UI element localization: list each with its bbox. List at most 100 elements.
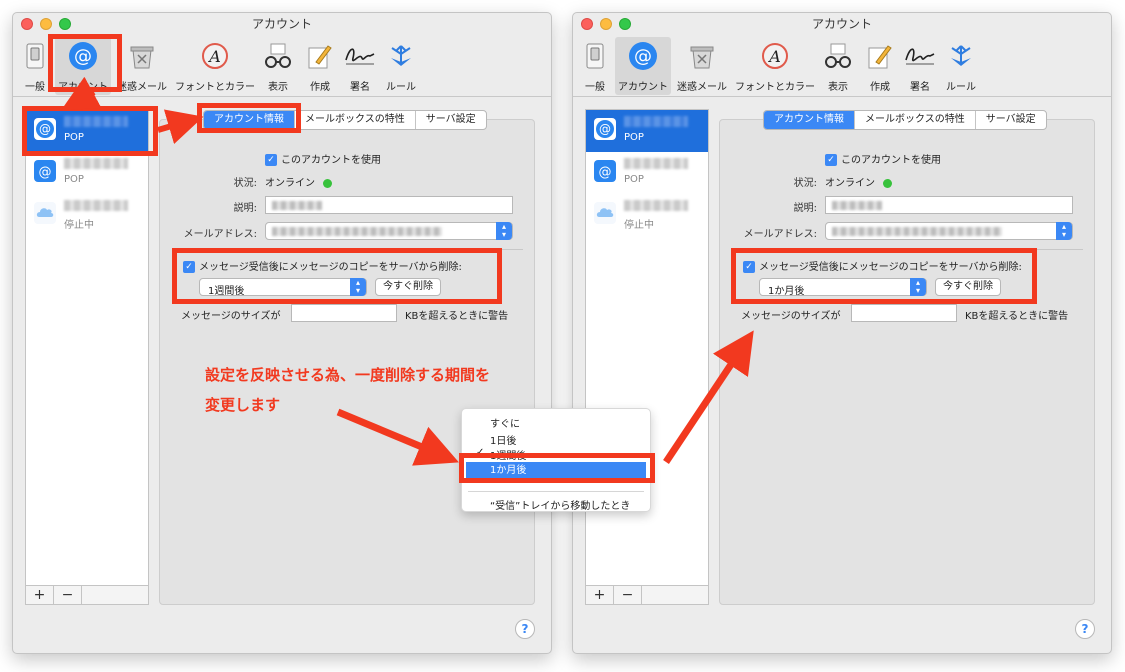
account-name-blurred — [624, 200, 688, 211]
status-online-icon — [323, 178, 332, 188]
account-item[interactable]: 停止中 — [586, 194, 708, 236]
help-button[interactable]: ? — [1075, 619, 1095, 639]
pencil-icon — [304, 40, 336, 72]
enable-account-checkbox[interactable]: ✓ このアカウントを使用 — [265, 151, 381, 166]
help-button[interactable]: ? — [515, 619, 535, 639]
preferences-window-right: アカウント 一般 @ アカウント 迷惑メール A フォントとカラー 表示 作成 … — [572, 12, 1112, 654]
toolbar-label: 一般 — [585, 82, 605, 93]
enable-account-checkbox[interactable]: ✓ このアカウントを使用 — [825, 151, 941, 166]
description-value-blurred — [832, 201, 882, 210]
toolbar-label: 署名 — [910, 82, 930, 93]
message-size-input[interactable] — [851, 304, 957, 322]
toolbar-label: 署名 — [350, 82, 370, 93]
cloud-icon — [594, 202, 616, 224]
switch-icon — [579, 40, 611, 72]
remove-account-button[interactable]: − — [614, 586, 642, 604]
close-button[interactable] — [581, 18, 593, 30]
switch-icon — [19, 40, 51, 72]
status-value: オンライン — [825, 174, 892, 189]
toolbar-signatures[interactable]: 署名 — [901, 37, 939, 95]
at-sign-icon: @ — [627, 40, 659, 72]
description-input[interactable] — [265, 196, 513, 214]
tab-server-settings[interactable]: サーバ設定 — [416, 111, 486, 129]
at-sign-icon: @ — [594, 118, 616, 140]
remove-account-button[interactable]: − — [54, 586, 82, 604]
status-online-icon — [883, 178, 892, 188]
window-controls — [21, 18, 71, 30]
account-list-controls: + − — [25, 585, 149, 605]
toolbar-viewing[interactable]: 表示 — [821, 37, 855, 95]
menu-item-one-day[interactable]: 1日後 — [490, 432, 516, 447]
zoom-button[interactable] — [59, 18, 71, 30]
description-input[interactable] — [825, 196, 1073, 214]
svg-text:@: @ — [599, 122, 611, 136]
toolbar-label: 表示 — [828, 82, 848, 93]
account-item[interactable]: 停止中 — [26, 194, 148, 236]
at-sign-icon: @ — [34, 160, 56, 182]
svg-text:A: A — [207, 47, 221, 66]
email-label: メールアドレス: — [743, 229, 817, 240]
status-label: 状況: — [233, 178, 257, 189]
cloud-icon — [34, 202, 56, 224]
toolbar-fonts-colors[interactable]: A フォントとカラー — [733, 37, 817, 95]
email-label: メールアドレス: — [183, 229, 257, 240]
highlight-box-remove-copy-left — [172, 248, 502, 304]
menu-item-moved-from-inbox[interactable]: “受信”トレイから移動したとき — [490, 497, 630, 512]
toolbar-signatures[interactable]: 署名 — [341, 37, 379, 95]
account-type: POP — [64, 174, 84, 185]
toolbar-rules[interactable]: ルール — [383, 37, 419, 95]
annotation-line: 変更します — [205, 396, 281, 414]
zoom-button[interactable] — [619, 18, 631, 30]
account-type: POP — [624, 132, 644, 143]
window-controls — [581, 18, 631, 30]
tab-mailbox-behaviors[interactable]: メールボックスの特性 — [295, 111, 416, 129]
status-value: オンライン — [265, 174, 332, 189]
highlight-box-accounts-toolbar — [48, 34, 122, 92]
tab-server-settings[interactable]: サーバ設定 — [976, 111, 1046, 129]
toolbar-composing[interactable]: 作成 — [303, 37, 337, 95]
toolbar-label: ルール — [946, 82, 976, 93]
tab-mailbox-behaviors[interactable]: メールボックスの特性 — [855, 111, 976, 129]
close-button[interactable] — [21, 18, 33, 30]
trash-bin-icon — [686, 40, 718, 72]
message-size-label: メッセージのサイズが — [741, 311, 841, 322]
account-item[interactable]: @ POP — [586, 152, 708, 194]
email-popup[interactable]: ▴ ▾ — [265, 222, 513, 240]
toolbar-label: フォントとカラー — [175, 82, 255, 93]
font-color-icon: A — [759, 40, 791, 72]
add-account-button[interactable]: + — [26, 586, 54, 604]
minimize-button[interactable] — [40, 18, 52, 30]
account-item[interactable]: @ POP — [586, 110, 708, 152]
account-list: @ POP @ POP 停止中 — [585, 109, 709, 605]
toolbar-composing[interactable]: 作成 — [863, 37, 897, 95]
email-value-blurred — [832, 227, 1002, 236]
toolbar-accounts[interactable]: @ アカウント — [615, 37, 671, 95]
toolbar-viewing[interactable]: 表示 — [261, 37, 295, 95]
description-label: 説明: — [793, 203, 817, 214]
toolbar-label: 一般 — [25, 82, 45, 93]
email-popup[interactable]: ▴ ▾ — [825, 222, 1073, 240]
account-status: 停止中 — [64, 220, 94, 231]
signature-icon — [904, 40, 936, 72]
toolbar-general[interactable]: 一般 — [577, 37, 613, 95]
message-size-label: メッセージのサイズが — [181, 311, 281, 322]
toolbar-junk-mail[interactable]: 迷惑メール — [673, 37, 731, 95]
font-color-icon: A — [199, 40, 231, 72]
message-size-input[interactable] — [291, 304, 397, 322]
account-name-blurred — [624, 158, 688, 169]
trash-bin-icon — [126, 40, 158, 72]
account-item[interactable]: @ POP — [26, 152, 148, 194]
status-label: 状況: — [793, 178, 817, 189]
account-list: @ POP @ POP 停止中 — [25, 109, 149, 605]
message-size-suffix: KBを超えるときに警告 — [405, 311, 509, 322]
settings-tabs: アカウント情報 メールボックスの特性 サーバ設定 — [763, 110, 1047, 130]
toolbar-rules[interactable]: ルール — [943, 37, 979, 95]
account-settings-panel — [719, 119, 1095, 605]
description-value-blurred — [272, 201, 322, 210]
minimize-button[interactable] — [600, 18, 612, 30]
tab-account-info[interactable]: アカウント情報 — [764, 111, 855, 129]
preferences-toolbar: 一般 @ アカウント 迷惑メール A フォントとカラー 表示 作成 署名 ルール — [573, 35, 1111, 97]
add-account-button[interactable]: + — [586, 586, 614, 604]
chevron-updown-icon: ▴ ▾ — [496, 222, 512, 240]
toolbar-fonts-colors[interactable]: A フォントとカラー — [173, 37, 257, 95]
